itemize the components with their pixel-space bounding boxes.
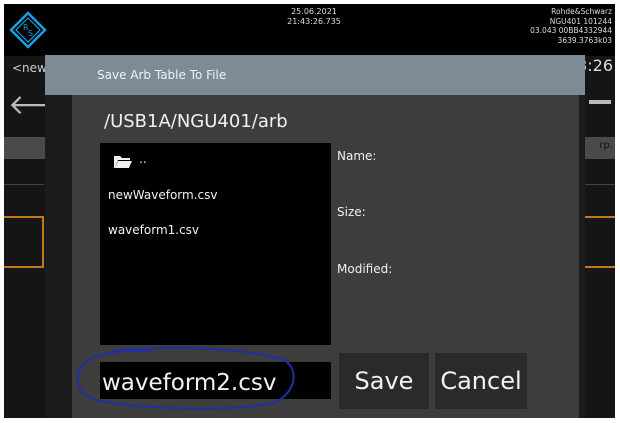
device-line4: 3639.3763k03 (557, 35, 612, 45)
device-info: Rohde&Schwarz NGU401 101244 03.043 00BB4… (530, 7, 612, 45)
save-dialog: Save Arb Table To File /USB1A/NGU401/arb… (45, 55, 585, 418)
rohde-schwarz-logo: R S (9, 11, 47, 49)
file-list[interactable]: .. newWaveform.csv waveform1.csv (100, 143, 331, 345)
date-time: 25.06.2021 21:43:26.735 (259, 7, 369, 27)
status-date: 25.06.2021 (291, 7, 337, 16)
file-item-waveform1[interactable]: waveform1.csv (108, 223, 199, 237)
status-bar: R S 25.06.2021 21:43:26.735 Rohde&Schwar… (4, 4, 615, 56)
file-item-newwaveform[interactable]: newWaveform.csv (108, 188, 217, 202)
directory-path: /USB1A/NGU401/arb (104, 111, 288, 132)
save-button[interactable]: Save (339, 353, 429, 409)
modified-label: Modified: (337, 262, 393, 276)
background-right-label: rp. (599, 140, 613, 151)
device-manufacturer: Rohde&Schwarz (551, 7, 612, 16)
parent-directory-item[interactable]: .. (113, 152, 147, 169)
filename-input[interactable] (100, 362, 331, 399)
folder-open-icon (114, 156, 132, 168)
background-divider (4, 184, 44, 185)
dialog-title-bar: Save Arb Table To File (45, 55, 585, 95)
cancel-button[interactable]: Cancel (435, 353, 527, 409)
size-label: Size: (337, 205, 366, 219)
device-screen: R S 25.06.2021 21:43:26.735 Rohde&Schwar… (4, 4, 615, 418)
dialog-title: Save Arb Table To File (97, 68, 227, 82)
status-time: 21:43:26.735 (287, 17, 341, 26)
background-selected-row (4, 216, 44, 268)
device-line3: 03.043 00BB4332944 (530, 26, 612, 36)
background-left-text: <new (12, 61, 47, 75)
minus-icon[interactable] (589, 100, 611, 104)
parent-directory-label: .. (139, 152, 147, 166)
device-model: NGU401 101244 (549, 16, 612, 26)
name-label: Name: (337, 149, 377, 163)
svg-text:S: S (28, 29, 33, 38)
